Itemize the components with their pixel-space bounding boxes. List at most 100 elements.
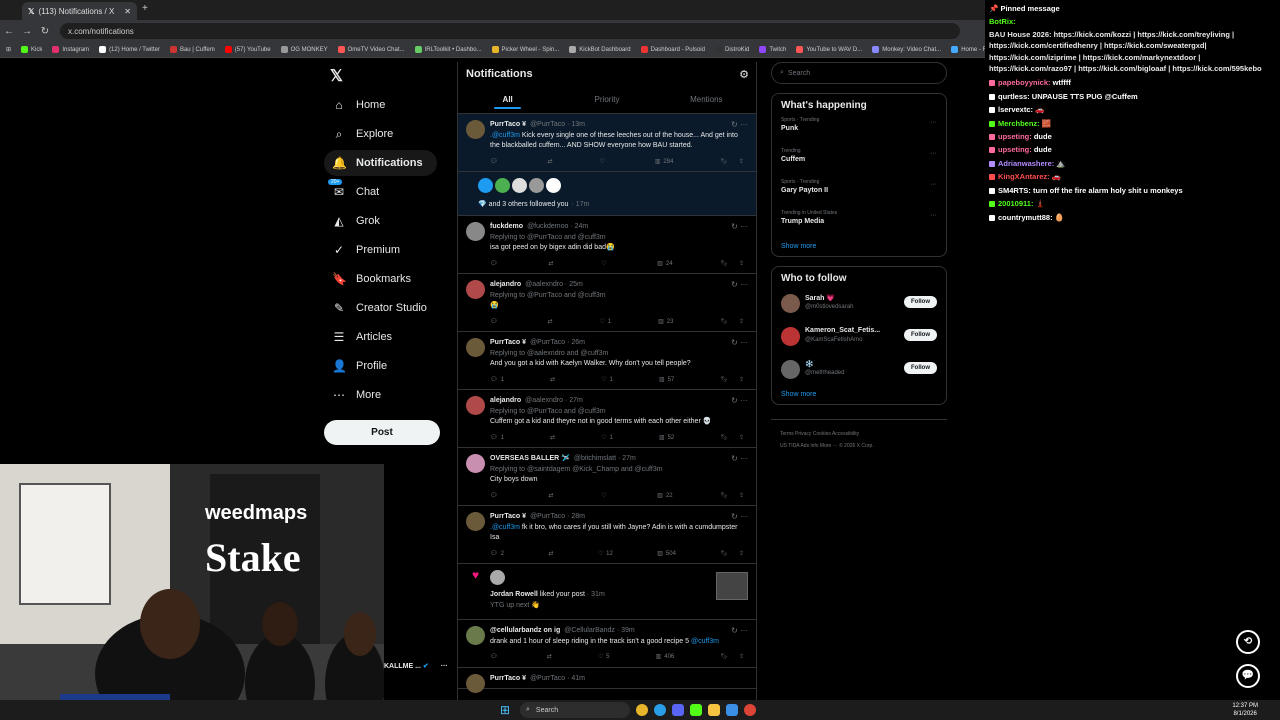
author-name[interactable]: PurrTaco ¥ [490,513,526,520]
chat-username[interactable]: lservextc: [998,105,1033,114]
repost-button[interactable]: ⇄ [548,157,553,168]
views-button[interactable]: ▥ 24 [657,259,672,270]
more-icon[interactable]: ··· [930,212,937,219]
views-button[interactable]: ▥ 52 [659,433,674,444]
bookmark-icon[interactable]: 🔖︎ [720,375,728,386]
chat-bubble-icon[interactable]: 💬 [1236,664,1260,688]
chat-username[interactable]: upseting: [998,132,1032,141]
like-button[interactable]: ♡ 1 [601,375,613,386]
taskbar-search[interactable]: ⌕ Search [520,702,630,718]
like-button[interactable]: ♡ [599,157,607,168]
avatar[interactable] [466,120,485,139]
tab-all[interactable]: All [458,90,557,109]
avatar[interactable] [466,673,485,693]
bookmark-item[interactable]: IRLToolkit • Dashbo... [414,46,482,53]
windows-start-icon[interactable]: ⊞ [500,703,510,717]
apps-icon[interactable]: ⊞ [6,46,11,53]
nav-item-more[interactable]: ⋯ More [324,382,381,408]
like-notification[interactable]: ♥ Jordan Rowell liked your post · 31m YTG … [458,564,756,620]
views-button[interactable]: ▥ 406 [656,652,675,663]
share-icon[interactable]: ⇪ [739,491,744,502]
views-button[interactable]: ▥ 504 [657,549,676,560]
reply-button[interactable]: 💬︎ [490,317,501,328]
share-icon[interactable]: ⇪ [739,433,744,444]
post-button[interactable]: Post [324,420,440,445]
bookmark-icon[interactable]: 🔖︎ [720,259,728,270]
nav-item-bookmarks[interactable]: 🔖 Bookmarks [324,266,411,292]
reply-button[interactable]: 💬︎ [490,259,501,270]
url-field[interactable]: x.com/notifications [60,23,960,39]
more-icon[interactable]: ↻ ··· [731,338,748,349]
chrome-active-icon[interactable] [744,704,756,716]
show-more-link[interactable]: Show more [781,243,937,250]
share-icon[interactable]: ⇪ [739,549,744,560]
bookmark-item[interactable]: Picker Wheel - Spin... [491,46,559,53]
forward-icon[interactable]: → [18,26,36,37]
bookmark-icon[interactable]: 🔖︎ [720,433,728,444]
like-button[interactable]: ♡ 1 [599,317,611,328]
chat-username[interactable]: SM4RTS: [998,186,1031,195]
avatar[interactable] [466,396,485,415]
chat-username[interactable]: 20010911: [998,199,1033,208]
avatar[interactable] [466,512,485,531]
notification-post[interactable]: ↻ ··· fuckdemo @fuckdemoo · 24m Replying to… [458,216,756,274]
share-icon[interactable]: ⇪ [739,652,744,663]
notification-post[interactable]: ↻ ··· PurrTaco ¥ @PurrTaco · 26m Replying t… [458,332,756,390]
file-explorer-icon[interactable] [708,704,720,716]
bookmark-item[interactable]: Dashboard - Pulsoid [640,46,705,53]
reload-icon[interactable]: ↻ [36,26,54,37]
reply-context[interactable]: Replying to @PurrTaco and @cuff3m [490,407,748,418]
chrome-icon[interactable] [636,704,648,716]
bookmark-item[interactable]: OG MONKEY [280,46,328,53]
more-icon[interactable]: ··· [930,181,937,188]
avatar[interactable] [781,294,800,313]
reply-context[interactable]: Replying to @saintdagem @Kick_Champ and … [490,465,748,476]
tab-priority[interactable]: Priority [557,90,656,109]
reply-button[interactable]: 💬︎ [490,652,501,663]
reply-button[interactable]: 💬︎ 2 [490,549,504,560]
share-icon[interactable]: ⇪ [739,157,744,168]
nav-item-creator-studio[interactable]: ✎ Creator Studio [324,295,427,321]
avatar[interactable] [490,570,505,585]
back-icon[interactable]: ← [0,26,18,37]
avatar[interactable] [466,222,485,241]
like-button[interactable]: ♡ [601,259,609,270]
avatar[interactable] [512,178,527,193]
chat-username[interactable]: Adrianwashere: [998,159,1054,168]
avatar[interactable] [495,178,510,193]
follow-button[interactable]: Follow [904,296,937,308]
more-icon[interactable]: ↻ ··· [731,396,748,407]
reply-context[interactable]: Replying to @PurrTaco and @cuff3m [490,233,748,244]
system-clock[interactable]: 12:37 PM 8/1/2026 [1232,702,1258,718]
bookmark-item[interactable]: (12) Home / Twitter [99,46,160,53]
notification-post[interactable]: ↻ ··· @cellularbandz on ig @CellularBandz … [458,620,756,668]
bookmark-item[interactable]: Instagram [52,46,89,53]
discord-icon[interactable] [672,704,684,716]
notification-post[interactable]: PurrTaco ¥ @PurrTaco · 41m [458,668,756,693]
views-button[interactable]: ▥ 57 [659,375,674,386]
bookmark-item[interactable]: (57) YouTube [224,46,271,53]
author-name[interactable]: alejandro [490,281,521,288]
like-button[interactable]: ♡ 12 [598,549,613,560]
follow-suggestion[interactable]: ❄️ @methheaded Follow [781,356,937,389]
bookmark-icon[interactable]: 🔖︎ [720,652,728,663]
notification-post[interactable]: ↻ ··· alejandro @aalexndro · 25m Replying t… [458,274,756,332]
trend-item[interactable]: Sports · Trending Gary Payton II ··· [781,179,937,210]
close-tab-icon[interactable]: ✕ [124,7,131,16]
more-icon[interactable]: ↻ ··· [731,512,748,523]
avatar[interactable] [529,178,544,193]
chat-username[interactable]: qurtless: [998,92,1030,101]
bookmark-item[interactable]: DistroKid [714,46,749,53]
bookmark-item[interactable]: KickBot Dashboard [569,46,631,53]
reply-button[interactable]: 💬︎ 1 [490,375,504,386]
nav-item-explore[interactable]: ⌕ Explore [324,121,394,147]
edge-icon[interactable] [654,704,666,716]
bookmark-item[interactable]: Twitch [759,46,786,53]
nav-item-notifications[interactable]: 🔔 Notifications [324,150,437,176]
like-button[interactable]: ♡ 5 [598,652,610,663]
nav-item-chat[interactable]: ✉ Chat 20+ [324,179,379,205]
chat-username[interactable]: countrymutt88: [998,213,1053,222]
trend-item[interactable]: Trending in United States Trump Media ··· [781,210,937,241]
notification-post[interactable]: ↻ ··· PurrTaco ¥ @PurrTaco · 28m .@cuff3m f… [458,506,756,564]
author-name[interactable]: PurrTaco ¥ [490,121,526,128]
